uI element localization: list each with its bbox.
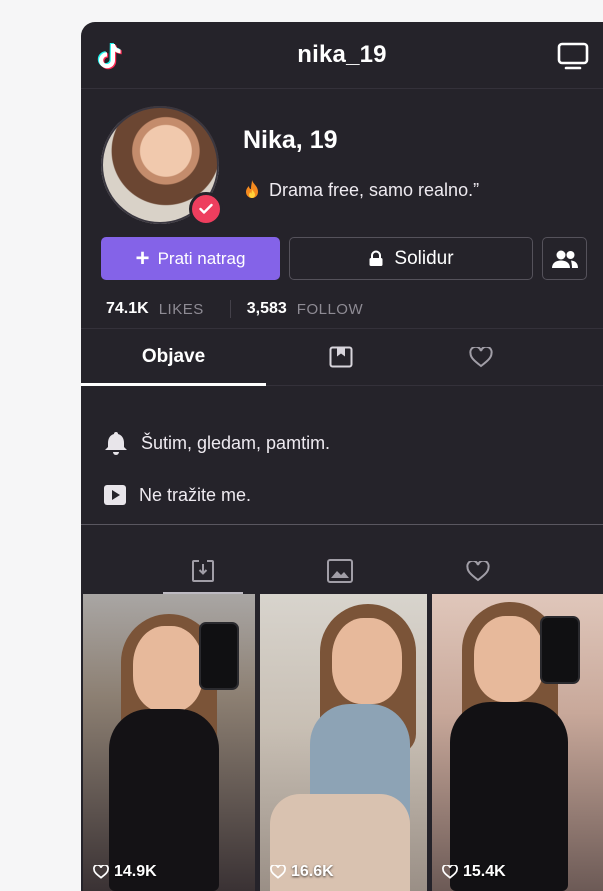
verified-check-icon xyxy=(189,192,223,226)
avatar[interactable] xyxy=(101,106,223,226)
plus-icon: + xyxy=(135,244,150,272)
follow-label[interactable]: FOLLOW xyxy=(297,301,363,318)
bio-text: Drama free, samo realno.” xyxy=(269,179,480,200)
likes-label: LIKES xyxy=(158,300,204,318)
follow-back-label: Prati natrag xyxy=(157,248,246,268)
post-likes-count: 14.9K xyxy=(114,863,157,880)
heart-icon xyxy=(270,865,286,879)
info-status: Šutim, gledam, pamtim. xyxy=(103,430,330,456)
post-thumbnail[interactable]: 15.4K xyxy=(432,594,603,891)
post-grid: 14.9K 16.6K 15.4K xyxy=(81,594,603,891)
info-status-text: Šutim, gledam, pamtim. xyxy=(141,432,331,453)
post-likes-count: 15.4K xyxy=(463,863,506,880)
top-bar: nika_19 xyxy=(81,22,603,89)
profile-tabs: Objave xyxy=(81,328,603,386)
follow-count[interactable]: 3,583 xyxy=(247,300,287,318)
tab-photos[interactable] xyxy=(305,547,375,595)
info-note-text: Ne tražite me. xyxy=(139,484,252,505)
message-label: Solidur xyxy=(394,247,454,269)
heart-icon xyxy=(93,865,109,879)
post-likes: 15.4K xyxy=(442,863,506,881)
info-note: Ne tražite me. xyxy=(103,484,251,506)
display-name: Nika, 19 xyxy=(243,126,338,154)
message-button[interactable]: Solidur xyxy=(289,237,533,280)
bookmark-icon xyxy=(329,346,353,368)
heart-icon xyxy=(442,865,458,879)
friends-icon xyxy=(551,250,578,268)
bell-icon xyxy=(105,432,127,455)
likes-count: 74.1K xyxy=(106,300,149,317)
heart-icon xyxy=(469,346,493,367)
post-thumbnail[interactable]: 14.9K xyxy=(83,594,255,891)
image-icon xyxy=(327,559,353,583)
tab-liked[interactable] xyxy=(451,329,511,385)
username-title: nika_19 xyxy=(297,41,387,68)
tab-objave-label: Objave xyxy=(141,346,206,367)
post-likes: 14.9K xyxy=(93,863,157,881)
download-icon xyxy=(192,560,214,582)
section-divider xyxy=(81,524,603,525)
post-likes-count: 16.6K xyxy=(291,863,334,880)
post-thumbnail[interactable]: 16.6K xyxy=(260,594,427,891)
tab-saved[interactable] xyxy=(311,329,371,385)
fire-icon xyxy=(246,180,258,198)
video-play-icon xyxy=(104,485,126,505)
tab-posts[interactable] xyxy=(163,547,243,595)
bio: Drama free, samo realno.” xyxy=(243,179,479,201)
content-tabs xyxy=(81,547,603,595)
post-likes: 16.6K xyxy=(270,863,334,881)
profile-screen: nika_19 Nika, 19 Drama free, samo realno… xyxy=(81,22,603,891)
lock-icon xyxy=(369,250,383,266)
tiktok-logo-icon[interactable] xyxy=(93,40,125,72)
profile-stats: 74.1K LIKES 3,583 FOLLOW xyxy=(106,300,363,318)
suggested-friends-button[interactable] xyxy=(542,237,587,280)
tab-objave[interactable]: Objave xyxy=(81,329,266,386)
heart-icon xyxy=(466,560,490,581)
follow-back-button[interactable]: + Prati natrag xyxy=(101,237,280,280)
tv-icon[interactable] xyxy=(557,42,589,70)
tab-liked-posts[interactable] xyxy=(443,547,513,595)
